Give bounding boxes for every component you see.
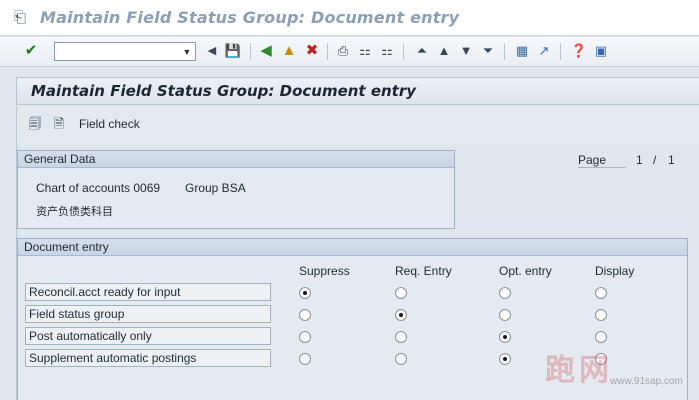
radio-suppress[interactable] [299,309,311,321]
column-header-display: Display [595,264,635,278]
group-heading: Document entry [18,239,687,256]
next-group-icon[interactable]: 🗎 [51,116,67,132]
create-session-icon[interactable]: ▦ [513,42,531,60]
find-icon[interactable]: ⚏ [356,42,374,60]
save-icon[interactable]: 💾 [224,42,242,60]
toolbar-separator [403,43,404,60]
find-next-icon[interactable]: ⚏ [378,42,396,60]
toolbar-separator [327,43,328,60]
page-label: Page [578,153,627,168]
customize-layout-icon[interactable]: ▣ [592,42,610,60]
previous-page-icon[interactable]: ▲ [435,42,453,60]
radio-opt-entry[interactable] [499,353,511,365]
radio-opt-entry[interactable] [499,331,511,343]
field-label-post-automatically: Post automatically only [25,327,271,345]
back-icon[interactable]: ◀ [257,42,275,60]
title-bar: ⎗ Maintain Field Status Group: Document … [0,0,699,36]
page-current: 1 [636,153,643,167]
watermark-logo: 跑网 [545,353,613,388]
help-icon[interactable]: ❓ [570,42,588,60]
column-header-req-entry: Req. Entry [395,264,452,278]
window-title: Maintain Field Status Group: Document en… [40,8,460,27]
radio-opt-entry[interactable] [499,309,511,321]
page-title: Maintain Field Status Group: Document en… [31,82,417,100]
column-header-suppress: Suppress [299,264,350,278]
system-toolbar: ✔ ▼ ◀ 💾 ◀ ▲ ✖ ⎙ ⚏ ⚏ ⏶ ▲ ▼ ⏷ ▦ ↗ ❓ ▣ [0,37,699,67]
toolbar-separator [504,43,505,60]
field-label-supplement-postings: Supplement automatic postings [25,349,271,367]
radio-req-entry[interactable] [395,353,407,365]
column-header-opt-entry: Opt. entry [499,264,552,278]
enter-check-icon[interactable]: ✔ [22,42,40,60]
field-check-button[interactable]: Field check [79,117,140,131]
app-header: Maintain Field Status Group: Document en… [16,77,699,105]
group-code-text: Group BSA [185,181,246,195]
radio-suppress[interactable] [299,331,311,343]
window-menu-icon[interactable]: ⎗ [11,9,29,27]
page-total: 1 [668,153,675,167]
radio-suppress[interactable] [299,287,311,299]
first-page-icon[interactable]: ⏶ [413,42,431,60]
other-group-icon[interactable]: 🗐 [27,116,43,132]
group-description-text: 资产负债类科目 [36,205,113,218]
radio-display[interactable] [595,309,607,321]
radio-opt-entry[interactable] [499,287,511,299]
page-separator: / [653,153,657,167]
application-toolbar: 🗐 🗎 Field check [16,106,699,144]
chart-of-accounts-text: Chart of accounts 0069 [36,181,161,195]
field-label-reconcil-acct: Reconcil.acct ready for input [25,283,271,301]
last-page-icon[interactable]: ⏷ [479,42,497,60]
chevron-down-icon[interactable]: ▼ [181,46,193,58]
print-icon[interactable]: ⎙ [334,42,352,60]
watermark-url: www.91sap.com [610,376,683,387]
radio-req-entry[interactable] [395,331,407,343]
general-data-group: General Data Chart of accounts 0069 Grou… [17,150,455,229]
cancel-icon[interactable]: ✖ [303,42,321,60]
next-page-icon[interactable]: ▼ [457,42,475,60]
toolbar-separator [250,43,251,60]
radio-req-entry[interactable] [395,309,407,321]
exit-icon[interactable]: ▲ [280,42,298,60]
toolbar-separator [560,43,561,60]
collapse-icon[interactable]: ◀ [203,42,221,60]
shortcut-icon[interactable]: ↗ [535,42,553,60]
command-field[interactable]: ▼ [54,42,196,61]
radio-display[interactable] [595,287,607,299]
field-label-field-status-group: Field status group [25,305,271,323]
command-input[interactable] [55,43,179,60]
radio-suppress[interactable] [299,353,311,365]
group-heading: General Data [18,151,454,168]
radio-display[interactable] [595,331,607,343]
radio-req-entry[interactable] [395,287,407,299]
